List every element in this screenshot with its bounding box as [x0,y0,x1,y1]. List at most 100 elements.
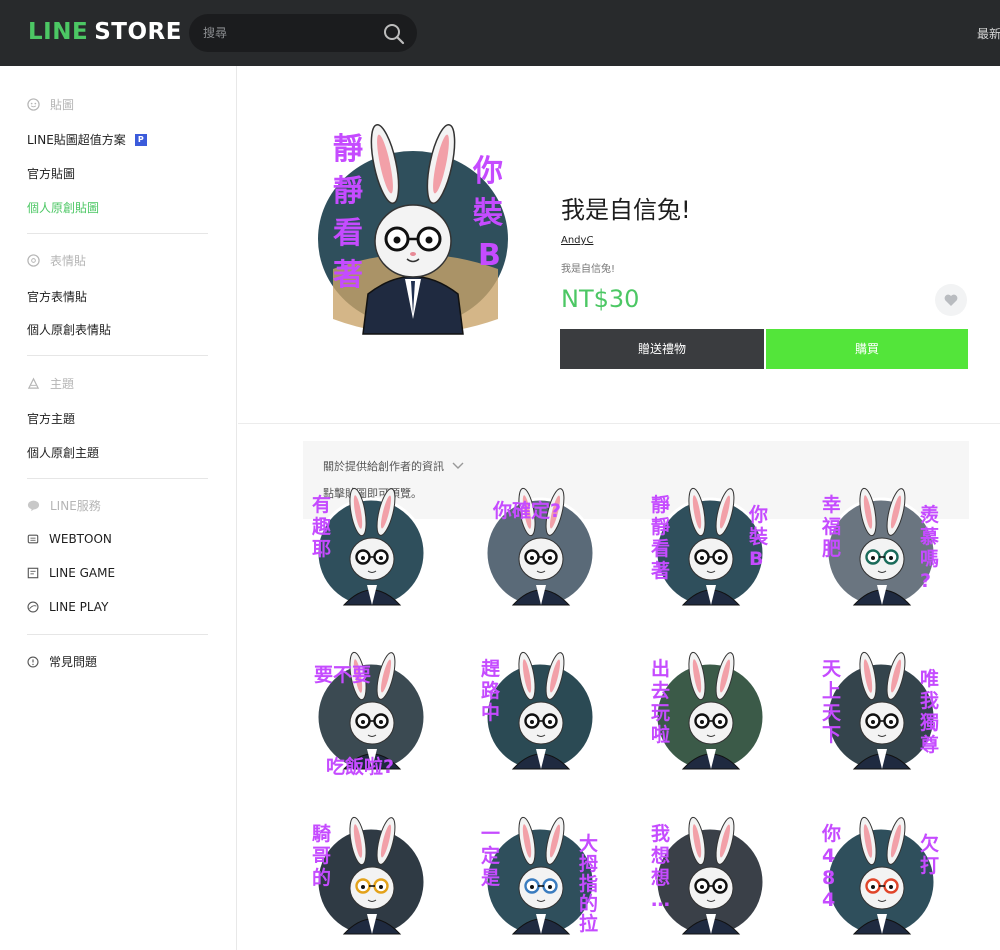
premium-badge: P [134,133,147,146]
sidebar-item-webtoon[interactable]: WEBTOON [27,532,112,546]
search-icon[interactable] [382,22,406,46]
category-sidebar: 貼圖 LINE貼圖超值方案 P 官方貼圖 個人原創貼圖 表情貼 官方表情貼 個人… [0,66,237,950]
sidebar-item-creators-emoji[interactable]: 個人原創表情貼 [27,321,111,338]
sticker-caption-left: 趕路中 [480,657,501,724]
sticker-item[interactable]: 騎哥的 [306,816,436,946]
sticker-item[interactable]: 靜靜看著 你裝 B [645,487,775,617]
sidebar-item-official-emoji[interactable]: 官方表情貼 [27,288,87,305]
sticker-item[interactable]: 你確定? [475,487,605,617]
sidebar-heading-label: 主題 [50,377,75,391]
emoji-icon [27,254,40,267]
sticker-item[interactable]: 要不要吃飯啦? [306,651,436,781]
sticker-image: 要不要吃飯啦? [314,651,427,778]
sticker-item[interactable]: 天上天下 唯我獨尊 [816,651,946,781]
sidebar-divider [27,233,208,234]
sidebar-item-official-stickers[interactable]: 官方貼圖 [27,165,75,182]
sticker-image: 幸福肥 羨慕嗎? [821,487,939,609]
sidebar-item-official-themes[interactable]: 官方主題 [27,410,75,427]
sidebar-heading-stickers: 貼圖 [27,96,74,113]
sticker-image: 我想想… [651,816,766,938]
sidebar-heading-label: 表情貼 [50,254,87,268]
sticker-caption-left: 騎哥的 [312,822,331,889]
sticker-item[interactable]: 幸福肥 羨慕嗎? [816,487,946,617]
sticker-caption-left: 有趣耶 [311,493,332,560]
help-icon [27,655,39,668]
sidebar-item-label: LINE GAME [49,566,116,580]
sticker-caption-left: 出去玩啦 [651,657,670,746]
sticker-image: 你確定? [484,487,596,609]
search-input[interactable] [203,23,373,43]
sticker-caption-right: 大拇指的拉 [579,832,598,935]
sticker-item[interactable]: 出去玩啦 [645,651,775,781]
sidebar-item-premium[interactable]: LINE貼圖超值方案 P [27,131,147,148]
sticker-image: 靜靜看著 你裝 B [650,487,769,609]
sidebar-item-faq[interactable]: 常見問題 [27,653,97,670]
sidebar-item-line-play[interactable]: LINE PLAY [27,600,108,614]
wishlist-button[interactable] [935,284,967,316]
sticker-caption-left: 要不要 [314,664,371,686]
sidebar-item-line-game[interactable]: LINE GAME [27,566,115,580]
section-divider [238,423,1000,424]
sidebar-item-label: LINE貼圖超值方案 [27,133,126,147]
sidebar-item-creators-stickers[interactable]: 個人原創貼圖 [27,199,99,216]
sticker-caption-left: 天上天下 [822,658,842,746]
sidebar-divider [27,478,208,479]
sidebar-item-creators-themes[interactable]: 個人原創主題 [27,444,99,461]
sticker-image: 騎哥的 [312,816,427,938]
sidebar-heading-themes: 主題 [27,375,74,392]
sticker-image: 你 4 8 4欠打 [821,816,939,938]
sidebar-item-label: 個人原創貼圖 [27,201,100,215]
sidebar-heading-label: 貼圖 [50,98,75,112]
sticker-item[interactable]: 你 4 8 4 欠打 [816,816,946,946]
sidebar-divider [27,355,208,356]
product-detail: 靜靜看著 你裝 B 我是自信兔! AndyC 我是自信兔! NT$30 贈送禮物 … [238,66,1000,950]
sticker-item[interactable]: 我想想… [645,816,775,946]
sticker-caption-right: 唯我獨尊 [919,667,939,756]
product-description: 我是自信兔! [561,264,616,275]
webtoon-icon [27,534,39,544]
sticker-image: 趕路中 [480,651,596,773]
sticker-caption-right: 你裝 B [748,503,769,570]
heart-icon [944,294,958,306]
top-header: LINESTORE 最新 [0,0,1000,66]
sidebar-heading-label: LINE服務 [50,499,101,513]
sidebar-item-label: 常見問題 [49,655,98,669]
sticker-caption-right: 吃飯啦? [326,755,394,778]
sidebar-item-label: 個人原創主題 [27,446,100,460]
sidebar-item-label: 官方貼圖 [27,167,76,181]
sidebar-item-label: WEBTOON [49,532,112,546]
sidebar-divider [27,634,208,635]
header-menu-text[interactable]: 最新 [977,25,1000,42]
sticker-caption-left: 你確定? [492,499,561,522]
play-icon [27,601,39,613]
product-title: 我是自信兔! [561,196,691,224]
sticker-caption-left: 一定是 [481,823,500,889]
sticker-image: 出去玩啦 [651,651,766,773]
sticker-caption-left: 靜靜看著 [650,493,670,582]
line-services-icon [27,500,40,512]
theme-icon [27,377,40,389]
sticker-caption-right: 欠打 [920,832,939,877]
sidebar-item-label: 官方主題 [27,412,76,426]
send-gift-button[interactable]: 贈送禮物 [560,329,764,369]
sticker-image: 有趣耶 [311,487,427,609]
logo-line-text: LINE [28,19,89,45]
chevron-down-icon [452,462,464,469]
sticker-item[interactable]: 趕路中 [475,651,605,781]
sticker-image: 一定是 大拇指的拉 [481,816,598,938]
creator-info-toggle[interactable]: 關於提供給創作者的資訊 [323,458,464,474]
sidebar-heading-emoji: 表情貼 [27,252,86,269]
sidebar-heading-line-services: LINE服務 [27,497,101,514]
game-icon [27,567,39,579]
author-link[interactable]: AndyC [561,235,593,246]
creator-info-label: 關於提供給創作者的資訊 [323,460,444,473]
sticker-image: 天上天下 唯我獨尊 [822,651,939,773]
product-price: NT$30 [561,285,640,313]
sticker-item[interactable]: 有趣耶 [306,487,436,617]
line-store-logo[interactable]: LINE STORE [28,19,182,45]
sticker-main-image: 靜靜看著 你裝 B [318,124,508,335]
sticker-caption-right: 羨慕嗎? [920,503,939,592]
purchase-button[interactable]: 購買 [766,329,968,369]
sticker-caption-left: 幸福肥 [821,494,841,560]
sticker-item[interactable]: 一定是 大拇指的拉 [475,816,605,946]
